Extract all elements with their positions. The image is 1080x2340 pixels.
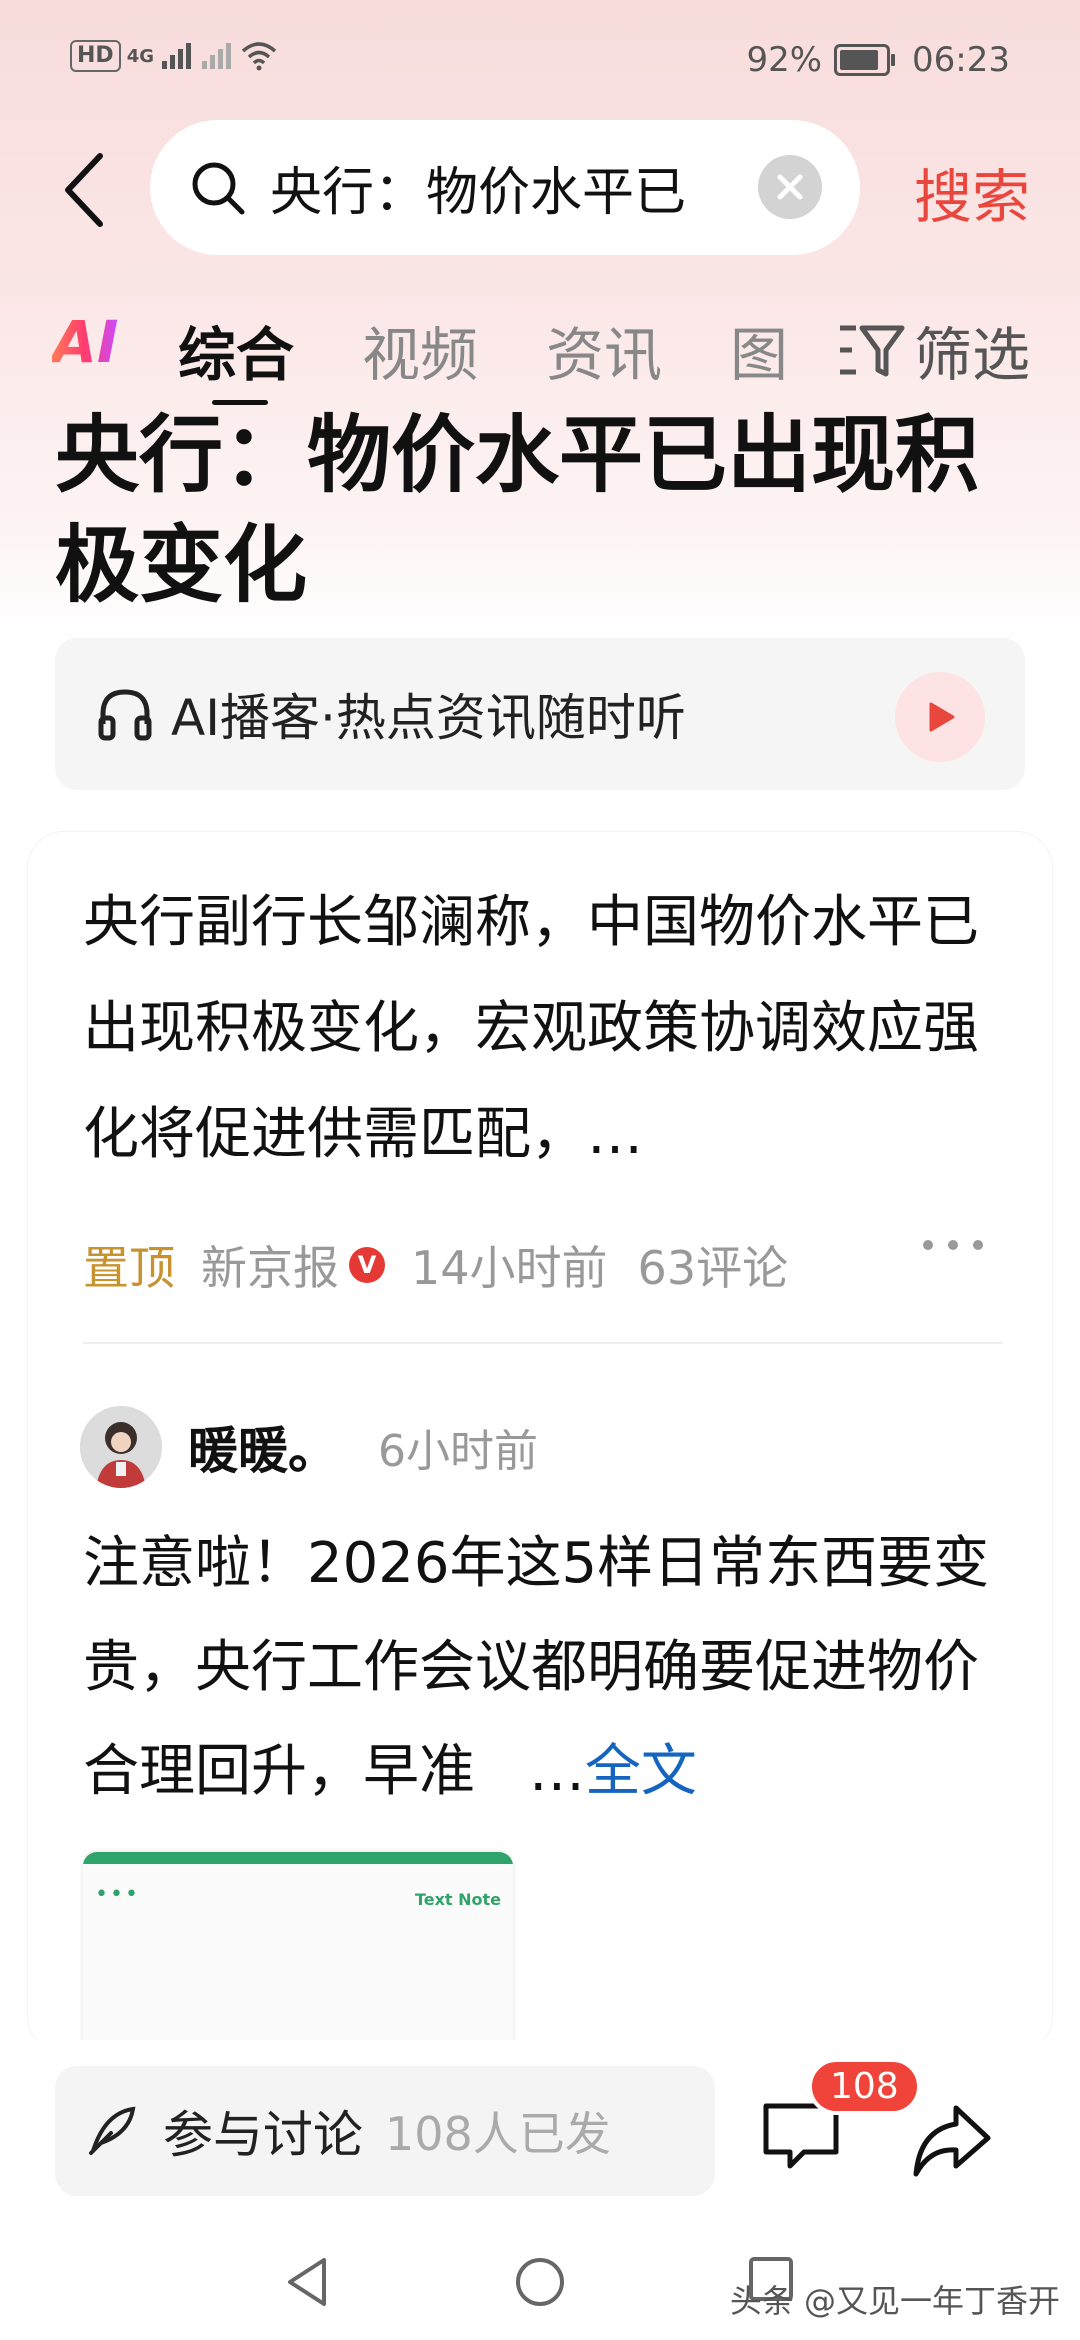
play-icon: [929, 702, 955, 732]
result-headline[interactable]: 央行：物价水平已出现积极变化: [55, 400, 1035, 620]
ai-tab-logo[interactable]: AI: [52, 308, 118, 376]
bottom-action-bar: 参与讨论 108人已发 108: [0, 2040, 1080, 2230]
close-icon: [777, 174, 803, 200]
verified-icon: V: [349, 1247, 385, 1283]
status-right: 92% 06:23: [746, 40, 1010, 80]
post-text[interactable]: 注意啦！2026年这5样日常东西要变贵，央行工作会议都明确要促进物价合理回升，早…: [83, 1512, 1023, 1824]
results-card: 央行副行长邹澜称，中国物价水平已出现积极变化，宏观政策协调效应强化将促进供需匹配…: [28, 832, 1052, 2052]
thumbnail-header-bar: [83, 1852, 513, 1864]
more-options-icon[interactable]: [923, 1240, 983, 1250]
tab-video[interactable]: 视频: [362, 308, 478, 392]
signal-icon: [162, 43, 191, 69]
avatar[interactable]: [80, 1406, 162, 1488]
search-query-text[interactable]: 央行：物价水平已: [270, 150, 710, 225]
discuss-count: 108人已发: [385, 2107, 611, 2161]
hd-badge: HD: [70, 40, 121, 72]
article-meta: 置顶 新京报 V 14小时前 63评论: [83, 1230, 1003, 1300]
battery-percent: 92%: [746, 40, 823, 80]
clock: 06:23: [912, 40, 1010, 80]
network-type-label: 4G: [126, 45, 154, 67]
podcast-play-button[interactable]: [895, 672, 985, 762]
tab-comprehensive[interactable]: 综合: [178, 308, 294, 392]
article-source[interactable]: 新京报: [201, 1232, 339, 1298]
thumbnail-menu-icon: •••: [95, 1882, 140, 1907]
full-text-link[interactable]: 全文: [585, 1739, 697, 1804]
search-row: 央行：物价水平已 搜索: [0, 120, 1080, 260]
chevron-left-icon: [65, 153, 103, 227]
join-discussion-input[interactable]: 参与讨论 108人已发: [55, 2066, 715, 2196]
podcast-label: AI播客·热点资讯随时听: [171, 689, 686, 747]
headphones-icon: [98, 689, 152, 741]
nav-back-icon[interactable]: [282, 2254, 332, 2310]
tab-images[interactable]: 图: [730, 308, 788, 392]
comment-count-badge: 108: [808, 2058, 921, 2115]
search-icon: [188, 158, 248, 218]
pinned-label: 置顶: [83, 1241, 175, 1295]
divider: [83, 1342, 1003, 1344]
article-comment-count: 63评论: [637, 1241, 789, 1295]
thumbnail-label: Text Note: [414, 1890, 501, 1909]
status-left: HD 4G: [70, 40, 278, 72]
post-time: 6小时前: [378, 1426, 538, 1477]
search-input[interactable]: 央行：物价水平已: [150, 120, 860, 255]
tab-news[interactable]: 资讯: [546, 308, 662, 392]
nav-home-icon[interactable]: [512, 2254, 568, 2310]
filter-icon: [839, 325, 905, 377]
system-navigation-bar: 头条 @又见一年丁香开: [0, 2230, 1080, 2340]
watermark-text: 头条 @又见一年丁香开: [729, 2282, 1060, 2320]
share-icon[interactable]: [910, 2100, 994, 2180]
pen-icon: [89, 2106, 136, 2155]
discuss-label: 参与讨论: [163, 2106, 363, 2164]
clear-search-button[interactable]: [758, 155, 822, 219]
post-header: 暖暖。 6小时前: [80, 1402, 538, 1492]
article-snippet[interactable]: 央行副行长邹澜称，中国物价水平已出现积极变化，宏观政策协调效应强化将促进供需匹配…: [83, 870, 1003, 1188]
post-image-thumbnail[interactable]: ••• Text Note: [83, 1852, 513, 2052]
search-button[interactable]: 搜索: [914, 150, 1030, 234]
status-bar: HD 4G 92% 06:23: [0, 0, 1080, 120]
post-username[interactable]: 暖暖。: [188, 1411, 338, 1483]
ai-podcast-bar[interactable]: AI播客·热点资讯随时听: [55, 638, 1025, 790]
signal-no-service-icon: [202, 43, 231, 69]
filter-button[interactable]: 筛选: [836, 308, 1030, 392]
battery-icon: [834, 44, 896, 76]
category-tabs: AI 综合 视频 资讯 图 筛选: [0, 300, 1080, 410]
back-button[interactable]: [50, 150, 120, 230]
article-time: 14小时前: [411, 1241, 608, 1295]
filter-label: 筛选: [913, 321, 1030, 389]
post-ellipsis: …: [528, 1739, 585, 1804]
wifi-icon: [241, 42, 277, 71]
